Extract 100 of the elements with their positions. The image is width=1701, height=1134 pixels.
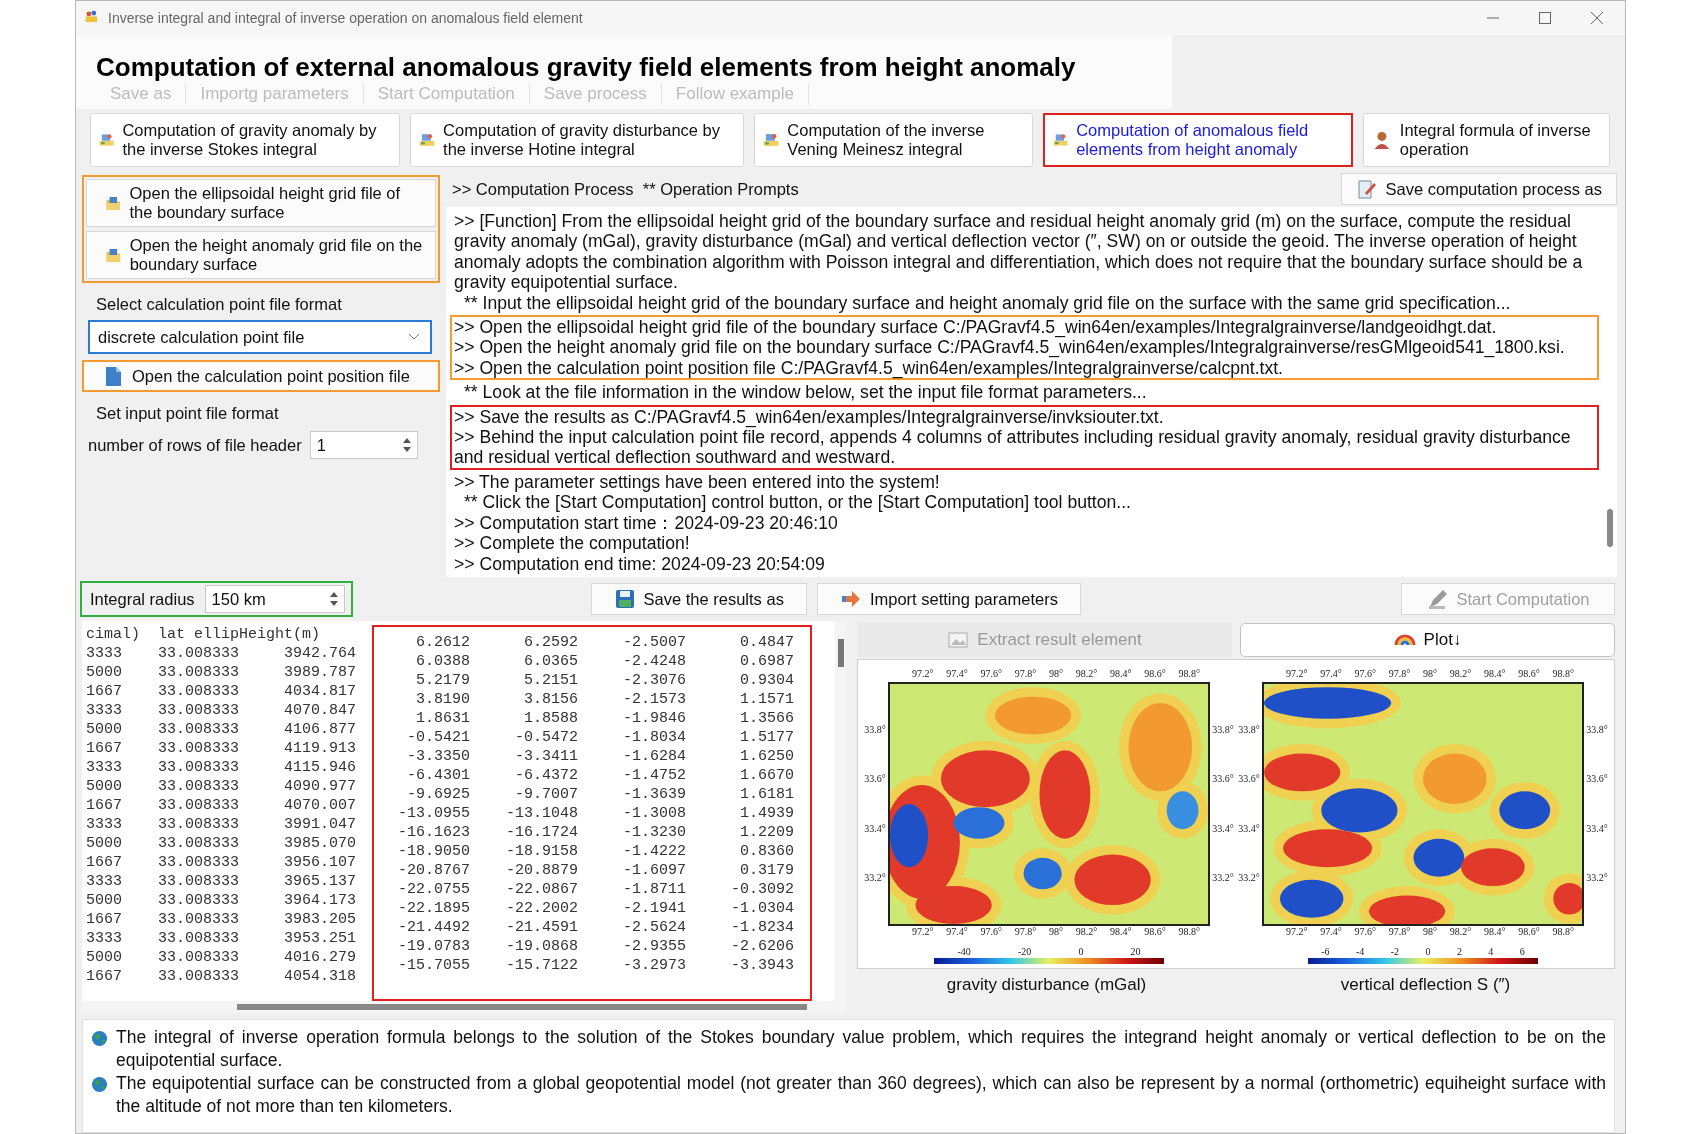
table-cell-text: -1.4752 — [622, 766, 686, 785]
table-cell-text: 3983.205 — [283, 910, 356, 929]
note-text: The integral of inverse operation formula belongs to the solution of the Stokes boundary value problem, which requires the integrand height anomaly or vertical deflection to be on the equipotential surface. — [116, 1026, 1606, 1072]
tick-label: 98.6° — [1144, 668, 1166, 681]
table-cell-text: -3.3943 — [730, 956, 794, 975]
table-cell-text: 4054.318 — [283, 967, 356, 986]
table-cell-text: 0.6987 — [739, 652, 794, 671]
table-cell-text: -1.3230 — [622, 823, 686, 842]
table-cell-text: 6.0365 — [523, 652, 578, 671]
table-cell-text: -0.5472 — [514, 728, 578, 747]
scrollbar-thumb[interactable] — [237, 1004, 807, 1010]
maximize-icon[interactable] — [1537, 10, 1553, 26]
table-cell: 1667 — [86, 682, 122, 701]
table-cell-text: -2.5624 — [622, 918, 686, 937]
tick-label: 20 — [1130, 946, 1141, 958]
table-cell-text: 4090.977 — [283, 777, 356, 796]
table-cell-text: -1.8711 — [622, 880, 686, 899]
table-cell-text: 33.008333 — [157, 910, 239, 929]
table-cell-text: 33.008333 — [157, 663, 239, 682]
table-cell-text: 33.008333 — [157, 891, 239, 910]
table-cell-text: 0.8360 — [739, 842, 794, 861]
tick-label: 97.2° — [1286, 668, 1308, 681]
table-cell: 3333 — [86, 815, 122, 834]
table-cell-text: -15.7122 — [505, 956, 578, 975]
table-cell-text: 1.3566 — [739, 709, 794, 728]
table-cell-text: -1.8234 — [730, 918, 794, 937]
table-cell-text: 1.8631 — [415, 709, 470, 728]
tick-label: 97.4° — [946, 668, 968, 681]
log-header: >> Computation Process ** Operation Prompts — [452, 179, 799, 199]
tick-label: 98° — [1423, 668, 1437, 681]
tick-label: 33.2° — [1586, 872, 1608, 884]
table-cell-text: -18.9050 — [397, 842, 470, 861]
tab[interactable]: Plot↓ — [1240, 623, 1615, 657]
table-cell-text: -18.9158 — [505, 842, 578, 861]
tick-label: 33.4° — [1238, 822, 1260, 835]
tab[interactable]: Computation of anomalous field elements from height anomaly — [1043, 113, 1353, 167]
document-icon — [1355, 178, 1378, 200]
table-cell: 5000 — [86, 777, 122, 796]
spin-field[interactable]: 150 km — [204, 585, 345, 613]
tick-label: 97.6° — [980, 668, 1002, 681]
tab[interactable]: Integral formula of inverse operation — [1363, 113, 1610, 167]
plot-caption: gravity disturbance (mGal) — [945, 975, 1148, 995]
table-cell-text: 33.008333 — [157, 872, 239, 891]
tick-label: -6 — [1321, 946, 1330, 958]
table-cell-text: -2.4248 — [622, 652, 686, 671]
table-cell-text: -2.6206 — [730, 937, 794, 956]
open-file-button[interactable]: Open the height anomaly grid file on the boundary surface — [86, 231, 436, 279]
table-cell-text: 33.008333 — [157, 739, 239, 758]
import-button[interactable]: Import setting parameters — [816, 583, 1081, 615]
table-cell-text: 4119.913 — [283, 739, 356, 758]
table-cell-text: -1.9846 — [622, 709, 686, 728]
scrollbar-thumb[interactable] — [1607, 509, 1613, 547]
spin-field[interactable]: 1 — [309, 431, 418, 459]
table-cell: 5000 — [86, 663, 122, 682]
open-file-button[interactable]: Open the ellipsoidal height grid file of the boundary surface — [86, 179, 436, 227]
tick-label: 98.8° — [1552, 926, 1574, 939]
globe-icon — [91, 1076, 108, 1093]
table-cell-text: 1.4939 — [739, 804, 794, 823]
table-cell-text: -22.0755 — [397, 880, 470, 899]
table-cell-text: 3942.764 — [283, 644, 356, 663]
table-cell-text: -1.3008 — [622, 804, 686, 823]
table-cell: 5000 — [86, 891, 122, 910]
open-file-button[interactable]: Open the calculation point position file — [82, 360, 440, 392]
table-cell: 3333 — [86, 701, 122, 720]
log-line: >> Open the calculation point position file C:/PAGravf4.5_win64en/examples/Integralgrainverse/calcpnt.txt. — [454, 357, 1283, 379]
tick-label: 98.8° — [1178, 926, 1200, 939]
format-dropdown[interactable]: discrete calculation point file — [88, 320, 432, 354]
save-results-button[interactable]: Save the results as — [590, 583, 807, 615]
table-cell-text: -0.5421 — [406, 728, 470, 747]
table-cell-text: 4070.007 — [283, 796, 356, 815]
tab[interactable]: Computation of gravity anomaly by the inverse Stokes integral — [90, 113, 400, 167]
log-line: >> Save the results as C:/PAGravf4.5_win64en/examples/Integralgrainverse/invksiouter.txt. — [454, 406, 1165, 428]
tab[interactable]: Computation of the inverse Vening Meinesz integral — [754, 113, 1033, 167]
tick-label: 97.6° — [980, 926, 1002, 939]
tick-label: -20 — [1017, 946, 1032, 958]
table-cell-text: -3.3350 — [406, 747, 470, 766]
table-cell-text: -21.4591 — [505, 918, 578, 937]
table-cell: 3333 — [86, 929, 122, 948]
log-line: >> Computation end time: 2024-09-23 20:54:09 — [454, 553, 826, 574]
table-cell-text: 33.008333 — [157, 967, 239, 986]
tick-label: 33.6° — [1212, 773, 1234, 786]
image-icon — [947, 629, 970, 651]
tab[interactable]: Computation of gravity disturbance by the inverse Hotine integral — [410, 113, 744, 167]
table-cell-text: -19.0868 — [505, 937, 578, 956]
tick-label: 97.2° — [1286, 926, 1308, 939]
caret-icon — [408, 333, 420, 341]
save-process-button[interactable]: Save computation process as — [1340, 173, 1617, 205]
table-cell-text: -9.6925 — [406, 785, 470, 804]
table-cell-text: -2.1941 — [622, 899, 686, 918]
tick-label: 97.6° — [1354, 926, 1376, 939]
table-cell-text: 5.2179 — [415, 671, 470, 690]
table-cell-text: 1.2209 — [739, 823, 794, 842]
table-cell-text: 1.6181 — [739, 785, 794, 804]
close-icon[interactable] — [1589, 10, 1605, 26]
tick-label: 33.6° — [1586, 773, 1608, 786]
table-cell: 3333 — [86, 758, 122, 777]
scrollbar-thumb[interactable] — [838, 639, 844, 667]
table-cell-text: -1.6097 — [622, 861, 686, 880]
table-cell-text: -13.0955 — [397, 804, 470, 823]
window-title: Inverse integral and integral of inverse operation on anomalous field element — [108, 10, 583, 26]
